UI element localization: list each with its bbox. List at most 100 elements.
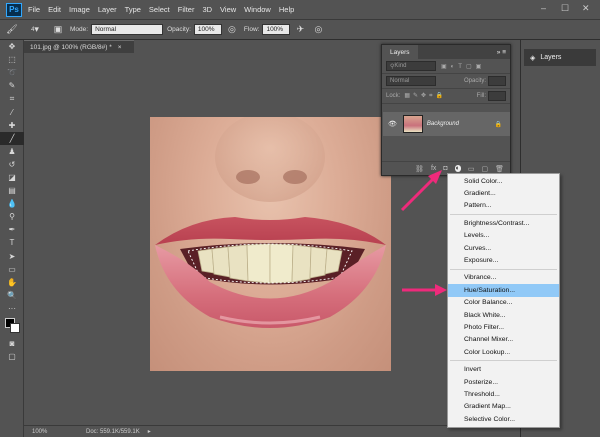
menu-threshold[interactable]: Threshold...: [448, 388, 559, 400]
type-tool-icon[interactable]: T: [0, 236, 24, 249]
fx-icon[interactable]: fx: [431, 165, 436, 172]
menu-black-white[interactable]: Black White...: [448, 309, 559, 321]
menu-vibrance[interactable]: Vibrance...: [448, 272, 559, 284]
crop-tool-icon[interactable]: ⌗: [0, 92, 24, 105]
lasso-tool-icon[interactable]: ➰: [0, 66, 24, 79]
blend-mode-select[interactable]: Normal: [386, 76, 436, 86]
brush-tool-icon-active[interactable]: ╱: [0, 131, 24, 145]
hand-tool-icon[interactable]: ✋: [0, 276, 24, 289]
quick-select-tool-icon[interactable]: ✎: [0, 79, 24, 92]
menu-gradient-map[interactable]: Gradient Map...: [448, 401, 559, 413]
new-layer-icon[interactable]: ▢: [481, 165, 488, 173]
eyedropper-tool-icon[interactable]: ⁄: [0, 105, 24, 118]
layers-tab[interactable]: Layers: [382, 45, 418, 59]
blur-tool-icon[interactable]: 💧: [0, 197, 24, 210]
screen-mode-icon[interactable]: ▢: [0, 350, 24, 363]
layers-panel-header: Layers » ≡: [382, 45, 510, 59]
document-tab[interactable]: 101.jpg @ 100% (RGB/8#) * ×: [24, 40, 134, 53]
pen-tool-icon[interactable]: ✒: [0, 223, 24, 236]
zoom-tool-icon[interactable]: 🔍: [0, 289, 24, 302]
menu-3d[interactable]: 3D: [202, 5, 212, 14]
menu-view[interactable]: View: [220, 5, 236, 14]
menu-exposure[interactable]: Exposure...: [448, 254, 559, 266]
menu-color-lookup[interactable]: Color Lookup...: [448, 346, 559, 358]
pressure-opacity-icon[interactable]: ◎: [226, 24, 238, 36]
lock-icons[interactable]: ▦✎✥⌗🔒: [404, 92, 446, 100]
menu-pattern[interactable]: Pattern...: [448, 200, 559, 212]
maximize-button[interactable]: ☐: [561, 3, 569, 14]
pressure-size-icon[interactable]: ◎: [312, 24, 324, 36]
menu-edit[interactable]: Edit: [48, 5, 61, 14]
layer-row-background[interactable]: 👁 Background 🔒: [383, 112, 510, 136]
close-document-icon[interactable]: ×: [118, 44, 122, 51]
brush-tool-icon[interactable]: 🖌: [6, 24, 18, 36]
menu-file[interactable]: File: [28, 5, 40, 14]
shape-tool-icon[interactable]: ▭: [0, 263, 24, 276]
menu-selective-color[interactable]: Selective Color...: [448, 413, 559, 425]
path-select-tool-icon[interactable]: ➤: [0, 250, 24, 263]
menu-help[interactable]: Help: [279, 5, 294, 14]
status-menu-arrow-icon[interactable]: ▸: [148, 428, 151, 435]
layers-panel: Layers » ≡ ⚲ Kind ▣◐T▢▣ Normal Opacity: …: [381, 44, 511, 176]
background-color-swatch[interactable]: [10, 322, 20, 333]
close-window-button[interactable]: ✕: [582, 3, 590, 14]
opacity-label: Opacity:: [167, 26, 191, 33]
menu-color-balance[interactable]: Color Balance...: [448, 297, 559, 309]
menu-type[interactable]: Type: [125, 5, 141, 14]
layer-name: Background: [426, 121, 459, 127]
menu-filter[interactable]: Filter: [178, 5, 195, 14]
menu-posterize[interactable]: Posterize...: [448, 376, 559, 388]
adjustment-layer-icon[interactable]: ◐: [454, 165, 461, 172]
menu-separator: [450, 360, 557, 362]
gradient-tool-icon[interactable]: ▤: [0, 184, 24, 197]
menu-invert[interactable]: Invert: [448, 363, 559, 375]
zoom-level[interactable]: 100%: [32, 429, 72, 435]
menu-image[interactable]: Image: [69, 5, 90, 14]
menu-photo-filter[interactable]: Photo Filter...: [448, 321, 559, 333]
quick-mask-icon[interactable]: ◙: [0, 337, 24, 350]
menu-levels[interactable]: Levels...: [448, 230, 559, 242]
more-tools-icon[interactable]: ···: [0, 302, 24, 315]
brush-size: 4: [31, 26, 35, 33]
move-tool-icon[interactable]: ✥: [0, 40, 24, 53]
menu-solid-color[interactable]: Solid Color...: [448, 175, 559, 187]
flow-label: Flow:: [243, 26, 260, 33]
smile-photo: [150, 117, 391, 371]
brush-panel-icon[interactable]: ▣: [52, 24, 64, 36]
airbrush-icon[interactable]: ✈: [294, 24, 306, 36]
kind-filter-select[interactable]: ⚲ Kind: [386, 61, 436, 71]
menu-window[interactable]: Window: [244, 5, 271, 14]
color-swatches[interactable]: [0, 315, 24, 337]
menu-brightness-contrast[interactable]: Brightness/Contrast...: [448, 217, 559, 229]
brush-preset-picker[interactable]: 4 ▾: [24, 24, 46, 36]
menu-gradient[interactable]: Gradient...: [448, 187, 559, 199]
minimize-button[interactable]: –: [541, 3, 546, 13]
fill-field[interactable]: [488, 91, 506, 101]
flow-field[interactable]: 100%: [262, 24, 291, 35]
delete-layer-icon[interactable]: 🗑: [495, 165, 504, 173]
eraser-tool-icon[interactable]: ◪: [0, 171, 24, 184]
layers-panel-button[interactable]: ◈ Layers: [524, 49, 596, 66]
mode-select[interactable]: Normal: [91, 24, 164, 35]
dodge-tool-icon[interactable]: ⚲: [0, 210, 24, 223]
layers-stack-icon: ◈: [530, 54, 536, 62]
menu-layer[interactable]: Layer: [98, 5, 117, 14]
history-brush-tool-icon[interactable]: ↺: [0, 158, 24, 171]
menu-curves[interactable]: Curves...: [448, 242, 559, 254]
filter-icons[interactable]: ▣◐T▢▣: [441, 63, 485, 70]
new-group-icon[interactable]: ▭: [468, 165, 475, 173]
panel-menu-icon[interactable]: » ≡: [497, 49, 506, 56]
face-illustration: [155, 117, 386, 328]
opacity-field[interactable]: 100%: [193, 24, 222, 35]
menu-select[interactable]: Select: [149, 5, 170, 14]
clone-stamp-tool-icon[interactable]: ♟: [0, 145, 24, 158]
marquee-tool-icon[interactable]: ⬚: [0, 53, 24, 66]
menu-channel-mixer[interactable]: Channel Mixer...: [448, 334, 559, 346]
document-tab-title: 101.jpg @ 100% (RGB/8#) *: [30, 43, 112, 51]
menu-hue-saturation[interactable]: Hue/Saturation...: [448, 284, 559, 297]
add-mask-icon[interactable]: ◘: [443, 165, 447, 172]
layer-opacity-field[interactable]: [488, 76, 506, 86]
link-layers-icon[interactable]: ⛓: [415, 165, 424, 173]
healing-brush-tool-icon[interactable]: ✚: [0, 119, 24, 132]
visibility-eye-icon[interactable]: 👁: [388, 120, 397, 128]
